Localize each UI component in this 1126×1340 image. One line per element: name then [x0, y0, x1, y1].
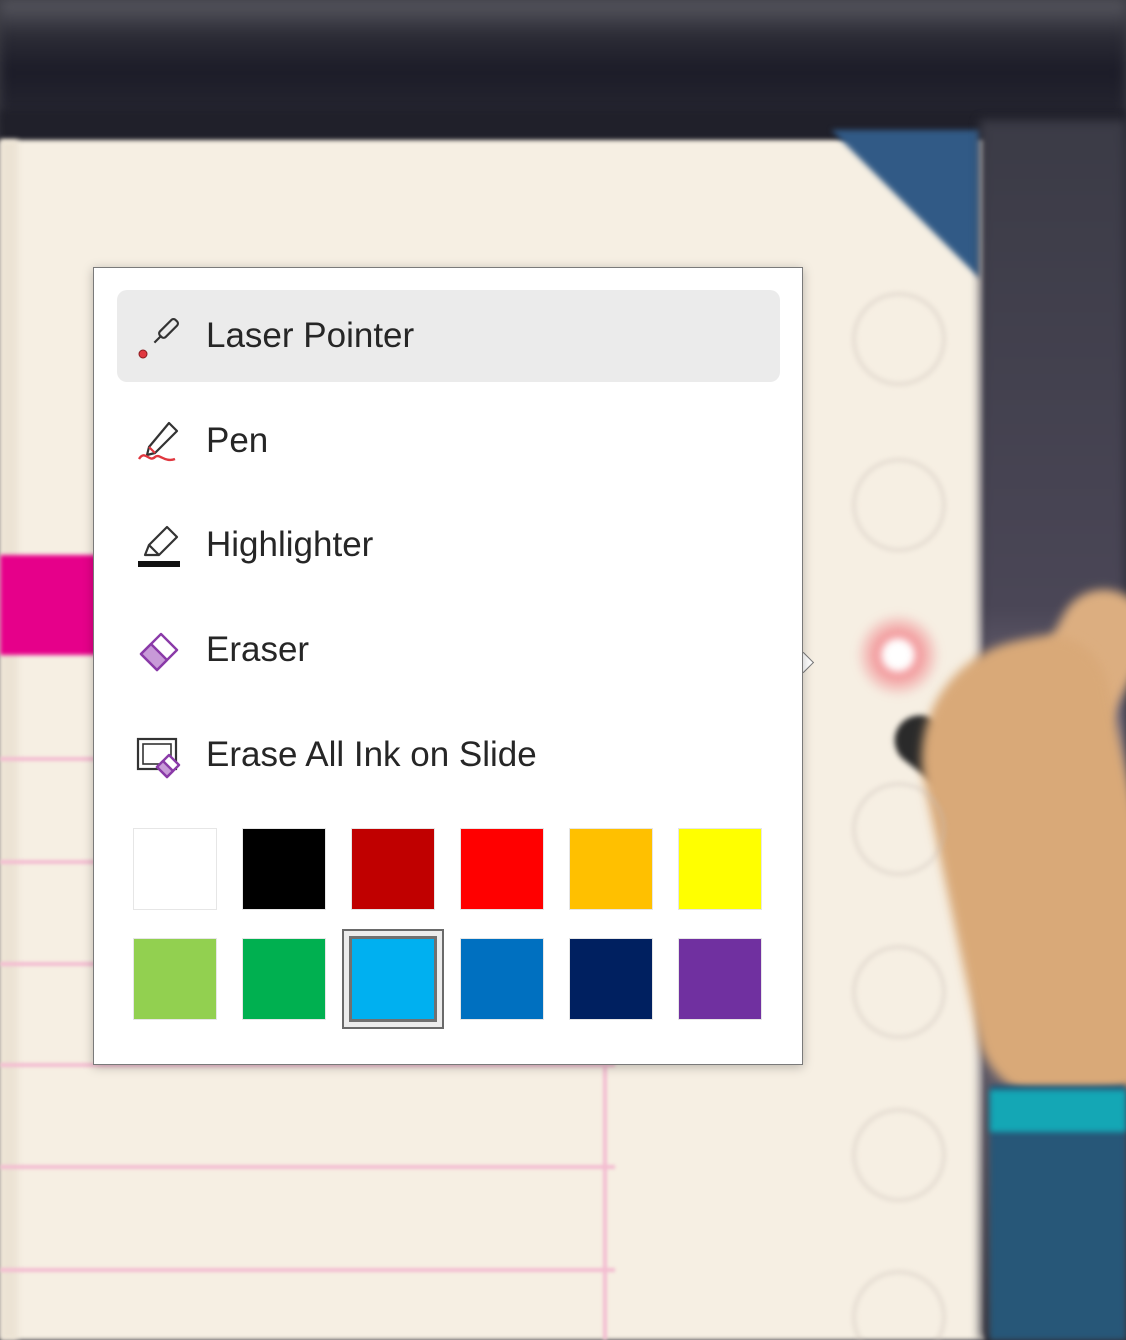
pen-icon	[135, 419, 183, 467]
erase-all-ink-icon	[135, 733, 183, 781]
color-swatch[interactable]	[133, 938, 217, 1020]
color-swatch[interactable]	[678, 938, 762, 1020]
more-options-button[interactable]	[852, 1108, 946, 1202]
color-swatch[interactable]	[242, 828, 326, 910]
previous-slide-button[interactable]	[852, 458, 946, 552]
color-swatch[interactable]	[678, 828, 762, 910]
next-slide-button[interactable]	[852, 292, 946, 386]
menu-item-label: Eraser	[206, 630, 310, 669]
color-swatch[interactable]	[349, 936, 437, 1022]
menu-item-highlighter[interactable]: Highlighter	[117, 499, 780, 591]
pointer-options-menu: Laser Pointer Pen Highlighter Eraser Era…	[93, 267, 803, 1065]
menu-item-label: Laser Pointer	[206, 316, 415, 355]
menu-item-label: Highlighter	[206, 525, 374, 564]
menu-item-label: Erase All Ink on Slide	[206, 735, 537, 774]
color-swatch[interactable]	[242, 938, 326, 1020]
color-swatch[interactable]	[460, 828, 544, 910]
color-swatch[interactable]	[351, 828, 435, 910]
color-swatch[interactable]	[569, 828, 653, 910]
color-swatch[interactable]	[460, 938, 544, 1020]
subtitles-button[interactable]	[852, 945, 946, 1039]
sleeve-band-illustration	[990, 1090, 1126, 1132]
menu-item-erase-all-ink[interactable]: Erase All Ink on Slide	[117, 709, 780, 801]
color-swatch[interactable]	[133, 828, 217, 910]
ruled-line	[0, 1268, 615, 1272]
menu-item-laser-pointer[interactable]: Laser Pointer	[117, 290, 780, 382]
eraser-icon	[135, 628, 183, 676]
menu-item-pen[interactable]: Pen	[117, 395, 780, 487]
see-all-slides-button[interactable]	[852, 782, 946, 876]
slide-edge	[0, 140, 18, 1340]
highlighter-icon	[135, 523, 183, 571]
slide-corner-fold	[830, 130, 980, 290]
ruled-vertical-line	[603, 1065, 607, 1340]
menu-item-eraser[interactable]: Eraser	[117, 604, 780, 696]
ruled-line	[0, 1165, 615, 1169]
pen-tools-button[interactable]	[848, 605, 948, 705]
menu-item-label: Pen	[206, 421, 269, 460]
magenta-block	[0, 555, 100, 655]
laser-pointer-icon	[135, 314, 183, 362]
color-swatch[interactable]	[569, 938, 653, 1020]
